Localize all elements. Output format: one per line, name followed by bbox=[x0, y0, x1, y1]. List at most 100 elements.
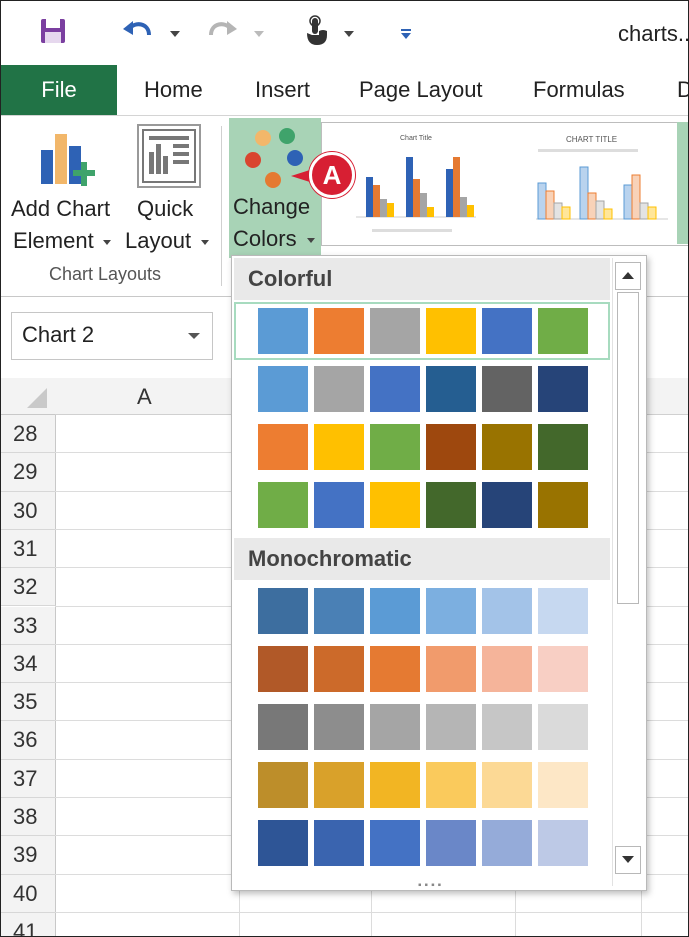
chevron-down-icon bbox=[201, 240, 209, 245]
row-header[interactable]: 30 bbox=[1, 491, 56, 530]
palette-option[interactable] bbox=[234, 476, 610, 534]
add-chart-element-label-line1: Add Chart bbox=[11, 196, 111, 221]
color-swatch bbox=[258, 366, 308, 412]
name-box[interactable]: Chart 2 bbox=[11, 312, 213, 360]
excel-window: charts.. File Home Insert Page Layout Fo… bbox=[0, 0, 689, 937]
row-header-label: 37 bbox=[13, 765, 38, 791]
row-header[interactable]: 33 bbox=[1, 606, 56, 645]
row-header[interactable]: 38 bbox=[1, 798, 56, 837]
color-swatch bbox=[482, 424, 532, 470]
row-header[interactable]: 41 bbox=[1, 912, 56, 937]
color-swatch bbox=[258, 646, 308, 692]
row-header[interactable]: 31 bbox=[1, 529, 56, 569]
row-header[interactable]: 34 bbox=[1, 644, 56, 684]
tab-insert[interactable]: Insert bbox=[255, 65, 310, 115]
palette-option[interactable] bbox=[234, 360, 610, 418]
color-swatch bbox=[370, 762, 420, 808]
scroll-up-button[interactable] bbox=[615, 262, 641, 290]
color-swatch bbox=[370, 588, 420, 634]
section-label-monochromatic: Monochromatic bbox=[248, 546, 412, 571]
color-swatch bbox=[538, 588, 588, 634]
tab-home[interactable]: Home bbox=[144, 65, 203, 115]
scroll-down-button[interactable] bbox=[615, 846, 641, 874]
row-header-label: 34 bbox=[13, 650, 38, 676]
group-separator bbox=[221, 126, 222, 286]
color-swatch bbox=[370, 646, 420, 692]
row-header-label: 32 bbox=[13, 574, 38, 600]
row-header-label: 40 bbox=[13, 880, 38, 906]
row-header-label: 28 bbox=[13, 421, 38, 446]
palette-option[interactable] bbox=[234, 418, 610, 476]
dropdown-scrollbar[interactable] bbox=[612, 258, 643, 886]
row-header-label: 41 bbox=[13, 918, 38, 937]
scrollbar-thumb[interactable] bbox=[617, 292, 639, 604]
touch-dropdown-icon[interactable] bbox=[343, 25, 355, 43]
row-header[interactable]: 32 bbox=[1, 568, 56, 607]
change-colors-button[interactable]: Change Colors bbox=[229, 118, 321, 258]
palette-option[interactable] bbox=[234, 582, 610, 640]
undo-dropdown-icon[interactable] bbox=[169, 25, 181, 43]
color-swatch bbox=[314, 308, 364, 354]
select-all-corner[interactable] bbox=[1, 378, 56, 415]
customize-qat-icon[interactable] bbox=[399, 27, 413, 45]
color-swatch bbox=[426, 588, 476, 634]
tab-file[interactable]: File bbox=[1, 65, 117, 115]
row-header[interactable]: 39 bbox=[1, 836, 56, 875]
chevron-down-icon[interactable] bbox=[188, 333, 200, 339]
color-swatch bbox=[538, 482, 588, 528]
chart-style-thumbnail-2[interactable]: CHART TITLE bbox=[508, 127, 678, 239]
color-swatch bbox=[258, 308, 308, 354]
color-swatch bbox=[538, 424, 588, 470]
save-icon[interactable] bbox=[39, 17, 67, 50]
color-swatch bbox=[426, 704, 476, 750]
add-chart-element-button[interactable]: Add Chart Element bbox=[5, 120, 119, 260]
section-label-colorful: Colorful bbox=[248, 266, 333, 291]
row-header[interactable]: 40 bbox=[1, 874, 56, 913]
color-swatch bbox=[314, 704, 364, 750]
row-header[interactable]: 29 bbox=[1, 453, 56, 492]
row-header-label: 29 bbox=[13, 459, 38, 485]
palette-option[interactable] bbox=[234, 302, 610, 360]
quick-layout-button[interactable]: Quick Layout bbox=[123, 120, 215, 260]
group-label-chart-layouts: Chart Layouts bbox=[49, 264, 162, 284]
palette-option[interactable] bbox=[234, 756, 610, 814]
color-swatch bbox=[426, 308, 476, 354]
tab-page-layout[interactable]: Page Layout bbox=[359, 65, 483, 115]
touch-mode-icon[interactable] bbox=[301, 15, 331, 52]
color-swatch bbox=[538, 820, 588, 866]
cell-gridline bbox=[55, 911, 688, 913]
column-header-a[interactable]: A bbox=[55, 378, 239, 415]
color-swatch bbox=[370, 704, 420, 750]
quick-layout-label-line1: Quick bbox=[137, 196, 194, 221]
palette-option[interactable] bbox=[234, 698, 610, 756]
color-swatch bbox=[538, 308, 588, 354]
row-header[interactable]: 37 bbox=[1, 759, 56, 798]
color-swatch bbox=[538, 646, 588, 692]
palette-option[interactable] bbox=[234, 814, 610, 872]
redo-dropdown-icon[interactable] bbox=[253, 25, 265, 43]
tab-data[interactable]: D bbox=[677, 65, 688, 115]
redo-icon[interactable] bbox=[205, 17, 239, 52]
change-colors-icon bbox=[237, 124, 317, 199]
undo-icon[interactable] bbox=[121, 17, 155, 52]
chart-styles-gallery: Chart Title CHART TITLE bbox=[321, 122, 688, 246]
color-swatch bbox=[258, 424, 308, 470]
row-header[interactable]: 36 bbox=[1, 721, 56, 760]
row-header-label: 38 bbox=[13, 804, 38, 829]
color-swatch bbox=[426, 366, 476, 412]
color-swatch bbox=[258, 762, 308, 808]
color-swatch bbox=[258, 482, 308, 528]
quick-access-toolbar: charts.. bbox=[1, 1, 688, 65]
row-header[interactable]: 35 bbox=[1, 683, 56, 722]
arrow-down-icon bbox=[622, 856, 634, 863]
row-header[interactable]: 28 bbox=[1, 415, 56, 454]
tab-formulas[interactable]: Formulas bbox=[533, 65, 625, 115]
name-box-value: Chart 2 bbox=[22, 322, 95, 347]
resize-grip-icon[interactable]: ▪▪▪▪ bbox=[418, 880, 444, 891]
row-header-label: 35 bbox=[13, 689, 38, 715]
palette-option[interactable] bbox=[234, 640, 610, 698]
ribbon-tabs: File Home Insert Page Layout Formulas D bbox=[1, 65, 688, 115]
row-header-label: 30 bbox=[13, 497, 38, 523]
color-swatch bbox=[370, 424, 420, 470]
color-swatch bbox=[426, 424, 476, 470]
